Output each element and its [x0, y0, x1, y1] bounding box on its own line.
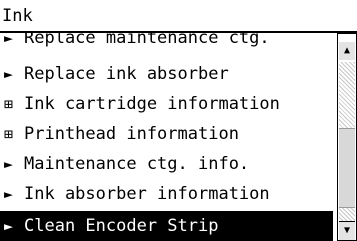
menu-item-ink-absorber-information[interactable]: ► Ink absorber information: [0, 179, 333, 210]
menu-item-label: Ink cartridge information: [24, 94, 280, 114]
arrow-right-icon: ►: [4, 185, 14, 203]
menu-item-replace-maintenance-ctg[interactable]: ► Replace maintenance ctg.: [0, 33, 333, 54]
menu-item-label: Printhead information: [24, 124, 239, 144]
arrow-right-icon: ►: [4, 155, 14, 173]
menu-item-label: Replace maintenance ctg.: [24, 33, 270, 48]
arrow-right-icon: ►: [4, 217, 14, 235]
menu-item-replace-ink-absorber[interactable]: ► Replace ink absorber: [0, 59, 333, 90]
menu-item-printhead-information[interactable]: ⊞ Printhead information: [0, 119, 333, 150]
menu-item-label: Ink absorber information: [24, 184, 270, 204]
arrow-right-icon: ►: [4, 65, 14, 83]
scroll-down-button[interactable]: ▼: [339, 221, 355, 240]
menu-item-label: Replace ink absorber: [24, 64, 229, 84]
menu-list: ► Replace maintenance ctg. ► Replace ink…: [0, 33, 333, 241]
triangle-down-icon: ▼: [343, 225, 351, 236]
scroll-up-button[interactable]: ▲: [339, 42, 355, 60]
page-title: Ink: [2, 6, 33, 26]
expand-plus-icon: ⊞: [4, 95, 14, 113]
expand-plus-icon: ⊞: [4, 125, 14, 143]
scrollbar[interactable]: ▲ ▼: [337, 33, 357, 241]
menu-item-maintenance-ctg-info[interactable]: ► Maintenance ctg. info.: [0, 149, 333, 180]
menu-item-label: Maintenance ctg. info.: [24, 154, 250, 174]
arrow-right-icon: ►: [4, 33, 14, 47]
menu-item-ink-cartridge-information[interactable]: ⊞ Ink cartridge information: [0, 89, 333, 120]
triangle-up-icon: ▲: [343, 45, 351, 56]
menu-item-clean-encoder-strip[interactable]: ► Clean Encoder Strip: [0, 211, 333, 241]
scroll-thumb[interactable]: [339, 128, 355, 208]
menu-item-label: Clean Encoder Strip: [24, 216, 219, 236]
